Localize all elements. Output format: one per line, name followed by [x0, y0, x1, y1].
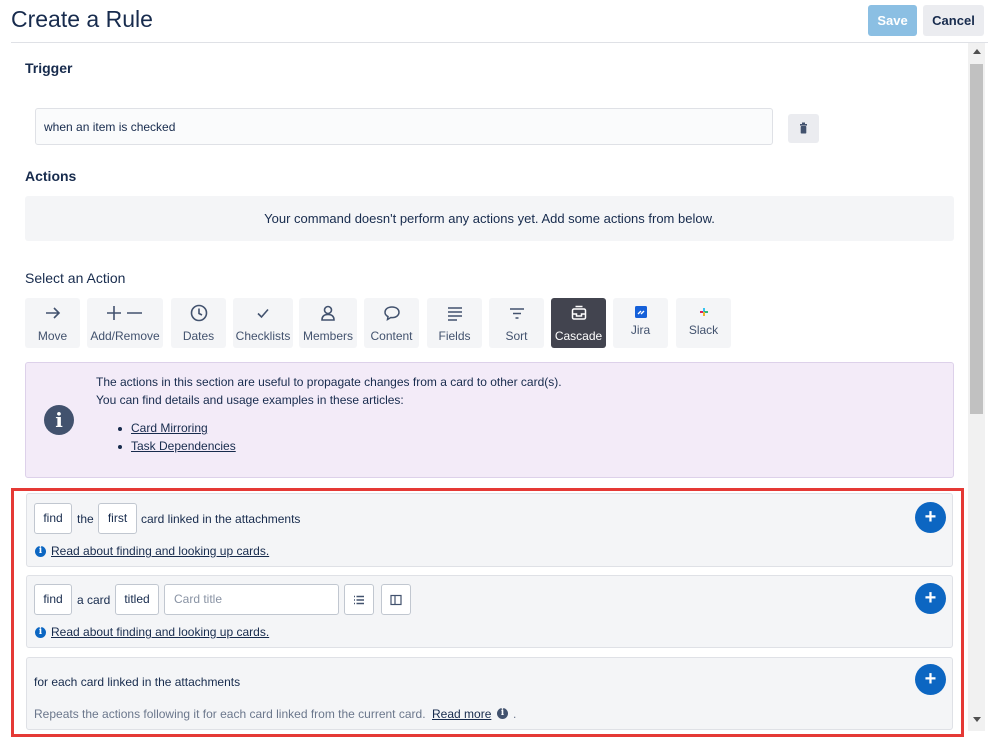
- action-tile-sort[interactable]: Sort: [489, 298, 544, 348]
- action-tile-members[interactable]: Members: [299, 298, 357, 348]
- action-tile-cascade[interactable]: Cascade: [551, 298, 606, 348]
- info-icon: i: [497, 708, 508, 719]
- columns-icon: [390, 594, 402, 605]
- add-action-button[interactable]: +: [915, 502, 946, 533]
- read-more-link[interactable]: Read more: [432, 707, 491, 721]
- action-tile-label: Slack: [688, 323, 719, 337]
- action-tile-checklists[interactable]: Checklists: [233, 298, 293, 348]
- info-line-2: You can find details and usage examples …: [96, 393, 404, 407]
- action-tile-dates[interactable]: Dates: [171, 298, 226, 348]
- cancel-button[interactable]: Cancel: [923, 5, 984, 36]
- for-each-description: Repeats the actions following it for eac…: [34, 707, 426, 721]
- select-action-heading: Select an Action: [25, 270, 126, 286]
- action-tile-label: Jira: [630, 323, 651, 337]
- sort-icon: [509, 308, 524, 319]
- find-linked-card-action: find the first card linked in the attach…: [26, 493, 953, 567]
- list-options-button[interactable]: [344, 584, 374, 615]
- action-tile-label: Content: [370, 329, 413, 343]
- info-icon: i: [35, 546, 46, 557]
- plus-minus-icon: [107, 306, 142, 320]
- info-line-1: The actions in this section are useful t…: [96, 375, 562, 389]
- list-icon: [354, 595, 364, 604]
- card-mirroring-link[interactable]: Card Mirroring: [131, 421, 208, 435]
- jira-icon: [634, 306, 647, 318]
- task-dependencies-link[interactable]: Task Dependencies: [131, 439, 236, 453]
- scroll-thumb[interactable]: [970, 64, 983, 414]
- trash-icon: [800, 122, 807, 134]
- slack-icon: [699, 308, 708, 316]
- scroll-up-arrow-icon[interactable]: [973, 49, 981, 54]
- clock-icon: [190, 304, 207, 322]
- trigger-item[interactable]: when an item is checked: [35, 108, 773, 145]
- action-tile-add-remove[interactable]: Add/Remove: [87, 298, 163, 348]
- scroll-down-arrow-icon[interactable]: [973, 717, 981, 722]
- bullet: [118, 427, 122, 431]
- inbox-icon: [571, 305, 586, 320]
- page-title: Create a Rule: [11, 6, 153, 32]
- save-button[interactable]: Save: [868, 5, 917, 36]
- info-icon: i: [44, 405, 74, 435]
- for-each-card-action: for each card linked in the attachments …: [26, 657, 953, 730]
- column-options-button[interactable]: [381, 584, 411, 615]
- trigger-heading: Trigger: [25, 60, 73, 76]
- action-tile-fields[interactable]: Fields: [427, 298, 482, 348]
- action-tile-slack[interactable]: Slack: [676, 298, 731, 348]
- titled-dropdown[interactable]: titled: [115, 584, 159, 615]
- action-tile-content[interactable]: Content: [364, 298, 419, 348]
- card-title-input[interactable]: Card title: [164, 584, 339, 615]
- action-tile-label: Sort: [505, 329, 528, 343]
- finding-cards-help-link[interactable]: Read about finding and looking up cards.: [51, 544, 269, 558]
- first-dropdown[interactable]: first: [98, 503, 137, 534]
- action-tile-label: Cascade: [554, 329, 603, 343]
- add-action-button[interactable]: +: [915, 664, 946, 695]
- delete-trigger-button[interactable]: [788, 114, 819, 143]
- arrow-right-icon: [45, 307, 60, 319]
- find-titled-card-action: find a card titled Card title + i Read a…: [26, 575, 953, 648]
- action-tile-jira[interactable]: Jira: [613, 298, 668, 348]
- person-icon: [321, 305, 335, 321]
- lines-icon: [447, 307, 462, 321]
- for-each-label: for each card linked in the attachments: [34, 675, 241, 689]
- action-tile-label: Move: [37, 329, 68, 343]
- the-label: the: [77, 512, 94, 526]
- actions-heading: Actions: [25, 168, 77, 184]
- action-tile-move[interactable]: Move: [25, 298, 80, 348]
- period: .: [513, 707, 517, 721]
- action-tile-label: Members: [302, 329, 353, 343]
- action-tile-label: Dates: [182, 329, 215, 343]
- find-dropdown[interactable]: find: [34, 584, 72, 615]
- header-divider: [11, 42, 988, 43]
- actions-empty-message: Your command doesn't perform any actions…: [25, 196, 954, 241]
- a-card-label: a card: [77, 593, 111, 607]
- finding-cards-help-link[interactable]: Read about finding and looking up cards.: [51, 625, 269, 639]
- info-icon: i: [35, 627, 46, 638]
- action-tile-label: Checklists: [235, 329, 291, 343]
- find-dropdown[interactable]: find: [34, 503, 72, 534]
- checkmark-icon: [257, 308, 269, 319]
- add-action-button[interactable]: +: [915, 583, 946, 614]
- bullet: [118, 445, 122, 449]
- speech-bubble-icon: [383, 306, 400, 321]
- header: Create a Rule Save Cancel: [0, 0, 999, 42]
- trigger-text: when an item is checked: [44, 120, 176, 134]
- action-tile-label: Add/Remove: [90, 329, 160, 343]
- cascade-info-box: i The actions in this section are useful…: [25, 362, 954, 478]
- scrollbar[interactable]: [968, 43, 985, 731]
- action-tile-label: Fields: [438, 329, 471, 343]
- linked-attachments-label: card linked in the attachments: [141, 512, 301, 526]
